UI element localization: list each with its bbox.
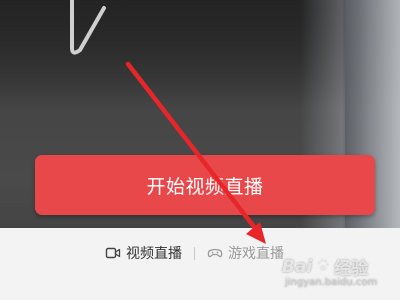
- paw-icon: [315, 257, 331, 277]
- watermark-logo: Bai 经验: [282, 254, 369, 280]
- watermark-text-bai: Bai: [282, 256, 313, 277]
- annotation-arrow-shaft: [125, 61, 261, 235]
- camera-preview-background: 开始视频直播 视频直播 游戏直播 Bai 经验 jingyan.baidu.co…: [0, 0, 400, 300]
- watermark-text-jingyan: 经验: [334, 259, 369, 279]
- watermark-url: jingyan.baidu.com: [285, 277, 378, 288]
- annotation-arrow-head: [246, 222, 266, 244]
